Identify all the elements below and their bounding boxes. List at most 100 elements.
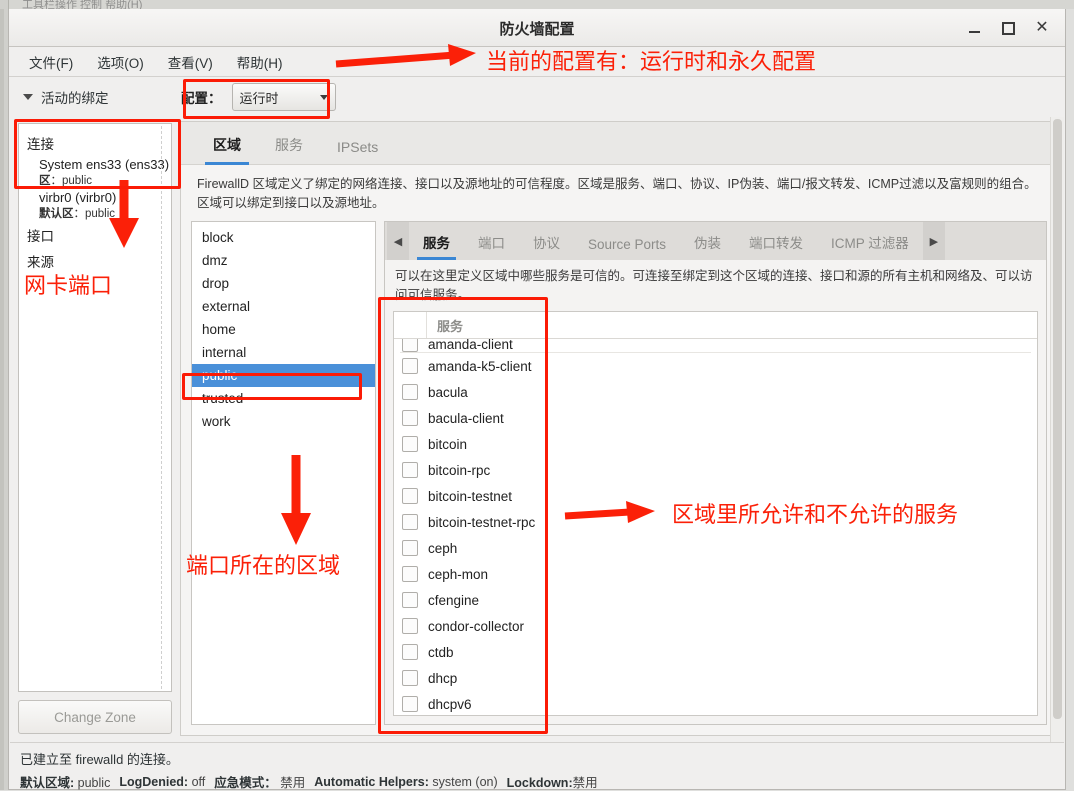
bindings-group-sources[interactable]: 来源 [19,248,171,274]
table-row[interactable]: condor-collector [394,613,1037,639]
subtab-port-forwarding[interactable]: 端口转发 [735,232,817,260]
table-row[interactable]: ceph [394,535,1037,561]
window-vertical-scrollbar[interactable] [1050,117,1064,742]
service-checkbox[interactable] [402,410,418,426]
service-checkbox[interactable] [402,514,418,530]
zone-item-drop[interactable]: drop [192,272,375,295]
chevron-left-icon[interactable]: ◀ [387,222,409,260]
menu-bar: 文件(F) 选项(O) 查看(V) 帮助(H) [9,47,1065,77]
status-details: 默认区域: public LogDenied: off 应急模式： 禁用 Aut… [20,772,1054,791]
zone-item-block[interactable]: block [192,226,375,249]
service-checkbox[interactable] [402,384,418,400]
menu-help[interactable]: 帮助(H) [227,48,293,76]
maximize-icon [1001,21,1015,35]
service-checkbox[interactable] [402,696,418,712]
subtab-services[interactable]: 服务 [409,232,464,260]
menu-options[interactable]: 选项(O) [87,48,154,76]
services-table[interactable]: 服务 amanda-client amanda-k5-client bacula… [393,311,1038,716]
service-checkbox[interactable] [402,670,418,686]
configuration-label: 配置： [181,91,222,106]
zone-item-external[interactable]: external [192,295,375,318]
active-bindings-toggle[interactable]: 活动的绑定 [23,87,173,107]
active-bindings-label: 活动的绑定 [41,91,109,106]
menu-file[interactable]: 文件(F) [19,48,83,76]
table-row[interactable]: bitcoin-rpc [394,457,1037,483]
close-button[interactable]: ✕ [1025,15,1059,41]
table-row[interactable]: bitcoin-testnet-rpc [394,509,1037,535]
service-name: ceph-mon [428,566,489,582]
bindings-list[interactable]: 连接 System ens33 (ens33) 区：public virbr0 … [18,123,172,692]
subtab-source-ports[interactable]: Source Ports [574,237,680,260]
table-row[interactable]: bitcoin-testnet [394,483,1037,509]
table-row[interactable]: bacula-client [394,405,1037,431]
table-row[interactable]: dhcp [394,665,1037,691]
title-bar[interactable]: 防火墙配置 ✕ [9,9,1065,47]
binding-name: System ens33 (ens33) [39,157,170,172]
service-checkbox[interactable] [402,618,418,634]
zone-list[interactable]: block dmz drop external home internal pu… [191,221,376,725]
service-checkbox[interactable] [402,436,418,452]
table-row[interactable]: amanda-k5-client [394,353,1037,379]
service-checkbox[interactable] [402,540,418,556]
subtab-icmp-filter[interactable]: ICMP 过滤器 [817,232,923,260]
service-checkbox[interactable] [402,339,418,352]
panic-mode-key: 应急模式： [214,776,277,790]
bindings-group-connections[interactable]: 连接 [19,130,171,156]
logdenied-key: LogDenied: [119,774,189,789]
table-row[interactable]: amanda-client [394,339,1037,352]
tab-zones[interactable]: 区域 [205,135,249,165]
main-tab-bar: 区域 服务 IPSets [181,122,1057,165]
services-table-header: 服务 [394,312,1037,339]
binding-item-virbr0[interactable]: virbr0 (virbr0) 默认区：public [19,189,171,222]
tab-services[interactable]: 服务 [267,135,311,164]
service-checkbox[interactable] [402,462,418,478]
binding-zone-sep: ： [73,208,86,220]
helpers-value: system (on) [432,774,498,789]
bindings-scrollbar[interactable] [161,126,169,689]
zone-item-internal[interactable]: internal [192,341,375,364]
subtab-ports[interactable]: 端口 [464,232,519,260]
zone-item-public[interactable]: public [192,364,375,387]
scrollbar-thumb[interactable] [1053,119,1062,719]
binding-item-ens33[interactable]: System ens33 (ens33) 区：public [19,156,171,189]
chevron-right-icon[interactable]: ▶ [922,222,945,260]
zone-item-work[interactable]: work [192,410,375,433]
service-name: bacula [428,384,468,400]
service-name: bacula-client [428,410,504,426]
change-zone-button[interactable]: Change Zone [18,700,172,734]
maximize-button[interactable] [991,15,1025,41]
table-row[interactable]: ceph-mon [394,561,1037,587]
zone-item-home[interactable]: home [192,318,375,341]
minimize-button[interactable] [957,15,991,41]
bindings-pane: 连接 System ens33 (ens33) 区：public virbr0 … [10,117,180,742]
service-checkbox[interactable] [402,488,418,504]
zone-description: FirewallD 区域定义了绑定的网络连接、接口以及源地址的可信程度。区域是服… [181,165,1057,221]
configuration-select[interactable]: 运行时 [231,83,336,111]
table-row[interactable]: cfengine [394,587,1037,613]
tab-ipsets[interactable]: IPSets [329,139,386,164]
service-name: amanda-client [428,339,513,352]
table-row[interactable]: dhcpv6 [394,691,1037,715]
chevron-down-icon [23,94,33,100]
zone-item-trusted[interactable]: trusted [192,387,375,410]
background-window-strip: 工具栏操作 控制 帮助(H) [0,0,1074,11]
menu-view[interactable]: 查看(V) [158,48,223,76]
zone-settings-notebook: ◀ 服务 端口 协议 Source Ports 伪装 端口转发 ICMP 过滤器… [384,221,1047,725]
table-row[interactable]: bitcoin [394,431,1037,457]
service-name: dhcpv6 [428,696,472,712]
table-row[interactable]: bacula [394,379,1037,405]
subtab-protocols[interactable]: 协议 [519,232,574,260]
service-checkbox[interactable] [402,644,418,660]
service-checkbox[interactable] [402,358,418,374]
configuration-value: 运行时 [239,90,279,106]
service-checkbox[interactable] [402,592,418,608]
service-name: bitcoin-rpc [428,462,491,478]
bindings-group-interfaces[interactable]: 接口 [19,222,171,248]
services-rows: amanda-client amanda-k5-client bacula ba… [394,339,1037,715]
service-checkbox[interactable] [402,566,418,582]
zone-item-dmz[interactable]: dmz [192,249,375,272]
table-row[interactable]: ctdb [394,639,1037,665]
subtab-masquerading[interactable]: 伪装 [680,232,735,260]
default-zone-value: public [77,776,111,790]
service-name: bitcoin-testnet-rpc [428,514,536,530]
